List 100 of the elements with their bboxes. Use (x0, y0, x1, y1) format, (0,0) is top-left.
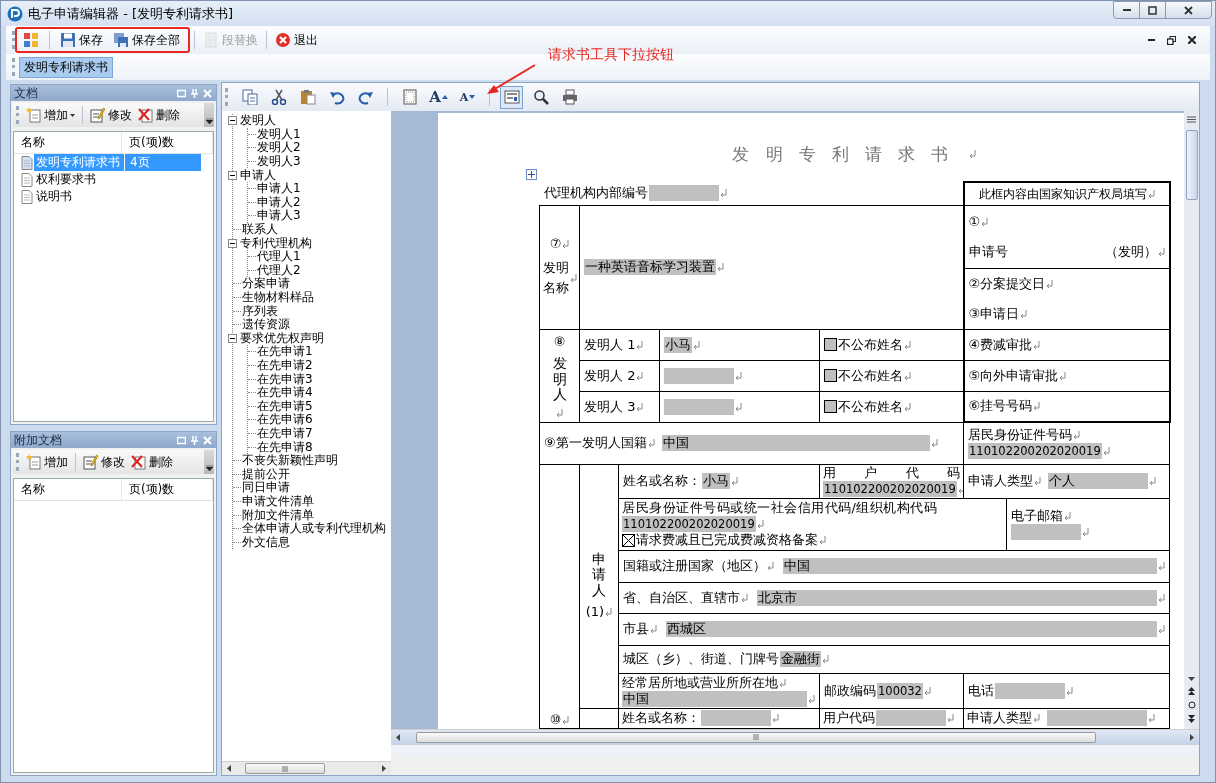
exit-button[interactable]: 退出 (271, 29, 322, 51)
scrollbar-thumb[interactable] (1185, 130, 1198, 200)
tree-item[interactable]: 分案申请 (242, 277, 290, 291)
tree-item[interactable]: 在先申请3 (257, 372, 313, 386)
tree-item[interactable]: 在先申请6 (257, 413, 313, 427)
tree-item[interactable]: 发明人 (240, 114, 276, 128)
overflow-button[interactable] (204, 103, 214, 127)
minimize-icon (1148, 39, 1155, 41)
tree-item[interactable]: 申请人1 (257, 182, 301, 196)
tree-item[interactable]: 联系人 (242, 223, 278, 237)
form-field[interactable] (648, 185, 719, 202)
checkbox[interactable] (622, 533, 635, 547)
close-button[interactable] (1165, 1, 1212, 19)
checkbox[interactable] (824, 338, 837, 351)
edit-button[interactable]: 修改 (80, 451, 128, 473)
tree-item[interactable]: 专利代理机构 (240, 236, 312, 250)
tree-item[interactable]: 申请文件清单 (242, 494, 314, 508)
column-header[interactable]: 名称 (14, 479, 122, 500)
form-label: 用 户 代 码 (823, 465, 961, 481)
tree-item[interactable]: 在先申请7 (257, 426, 313, 440)
next-page-icon[interactable] (1188, 715, 1195, 723)
form-field[interactable] (664, 367, 734, 384)
horizontal-scrollbar[interactable] (391, 729, 1199, 744)
collapse-icon[interactable] (228, 170, 237, 180)
delete-button[interactable]: 删除 (128, 451, 176, 473)
tree-item[interactable]: 在先申请2 (257, 359, 313, 372)
form-field[interactable] (995, 682, 1066, 699)
form-field[interactable]: 北京市 (757, 589, 1158, 606)
add-button[interactable]: 增加 (23, 104, 78, 126)
column-header[interactable]: 页(项)数 (121, 132, 213, 153)
minimize-button[interactable] (1113, 1, 1140, 19)
form-field[interactable]: 西城区 (666, 621, 1158, 637)
checkbox[interactable] (824, 369, 837, 382)
browse-object-icon[interactable] (1187, 701, 1196, 709)
tree-item[interactable]: 遗传资源 (242, 318, 290, 332)
delete-document-icon (138, 107, 154, 123)
paragraph-mark-icon (1158, 562, 1166, 570)
font-decrease-button[interactable]: A (456, 85, 479, 109)
tree-item[interactable]: 在先申请8 (257, 440, 313, 454)
horizontal-scrollbar[interactable] (222, 761, 391, 775)
tree-item[interactable]: 申请人 (240, 168, 276, 182)
scrollbar-thumb[interactable] (416, 731, 1096, 743)
tree-item[interactable]: 不丧失新颖性声明 (242, 454, 338, 468)
collapse-icon[interactable] (228, 333, 237, 343)
form-field[interactable]: 中国 (622, 690, 807, 707)
form-field[interactable]: 110102200202020019 (622, 516, 756, 532)
form-field[interactable]: 110102200202020019 (823, 481, 957, 497)
tree-item[interactable]: 外文信息 (242, 535, 290, 549)
scrollbar-thumb[interactable] (245, 763, 325, 774)
form-tools-button[interactable] (500, 85, 523, 109)
delete-button[interactable]: 删除 (135, 104, 183, 126)
checkbox[interactable] (824, 400, 837, 413)
save-all-button[interactable]: 保存全部 (109, 29, 184, 51)
tree-item[interactable]: 要求优先权声明 (240, 331, 324, 345)
tree-item[interactable]: 代理人2 (257, 263, 301, 277)
form-field[interactable]: 小马 (702, 473, 730, 489)
tree-item[interactable]: 发明人1 (257, 127, 301, 141)
tree-item[interactable]: 序列表 (242, 304, 278, 318)
paragraph-mark-icon (1102, 447, 1110, 456)
move-handle-icon[interactable] (526, 169, 537, 180)
tree-item[interactable]: 在先申请5 (257, 399, 313, 413)
tree-item[interactable]: 提前公开 (242, 467, 290, 481)
tree-item[interactable]: 在先申请4 (257, 386, 313, 400)
tree-item[interactable]: 附加文件清单 (242, 508, 314, 522)
form-field[interactable]: 中国 (661, 435, 930, 451)
list-item[interactable]: 说明书 (34, 188, 124, 205)
collapse-icon[interactable] (228, 116, 237, 126)
form-field[interactable]: 个人 (1048, 473, 1149, 489)
form-field[interactable] (1011, 524, 1082, 540)
tree-item[interactable]: 生物材料样品 (242, 291, 314, 304)
tree-item[interactable]: 申请人3 (257, 209, 301, 223)
document-tab[interactable]: 发明专利请求书 (19, 56, 113, 78)
maximize-button[interactable] (1139, 1, 1166, 19)
tree-item[interactable]: 申请人2 (257, 195, 301, 209)
save-button[interactable]: 保存 (56, 29, 107, 51)
tree-item[interactable]: 同日申请 (242, 481, 290, 495)
form-field[interactable]: 100032 (877, 682, 923, 699)
form-field[interactable]: 一种英语音标学习装置 (584, 259, 716, 275)
tree-item[interactable]: 全体申请人或专利代理机构 (242, 522, 386, 536)
form-field[interactable]: 110102200202020019 (968, 443, 1102, 460)
edit-button[interactable]: 修改 (87, 104, 135, 126)
overflow-button[interactable] (204, 450, 214, 474)
form-field[interactable]: 金融街 (780, 651, 821, 667)
add-button[interactable]: 增加 (23, 451, 71, 473)
form-field[interactable] (664, 398, 734, 415)
paragraph-mark-icon (1157, 247, 1165, 256)
list-item[interactable]: 权利要求书 (34, 171, 124, 188)
tree-item[interactable]: 发明人2 (257, 141, 301, 155)
column-header[interactable]: 页(项)数 (121, 479, 213, 500)
form-field[interactable]: 中国 (783, 558, 1158, 574)
vertical-scrollbar[interactable] (1184, 111, 1199, 729)
font-increase-button[interactable]: A (427, 85, 450, 109)
tree-item[interactable]: 发明人3 (257, 155, 301, 169)
column-header[interactable]: 名称 (14, 132, 122, 153)
form-label: 姓名或名称： (623, 473, 701, 489)
tree-item[interactable]: 在先申请1 (257, 345, 313, 359)
form-field[interactable]: 小马 (664, 336, 692, 353)
previous-page-icon[interactable] (1188, 687, 1195, 695)
tree-item[interactable]: 代理人1 (257, 250, 301, 264)
collapse-icon[interactable] (228, 238, 237, 248)
